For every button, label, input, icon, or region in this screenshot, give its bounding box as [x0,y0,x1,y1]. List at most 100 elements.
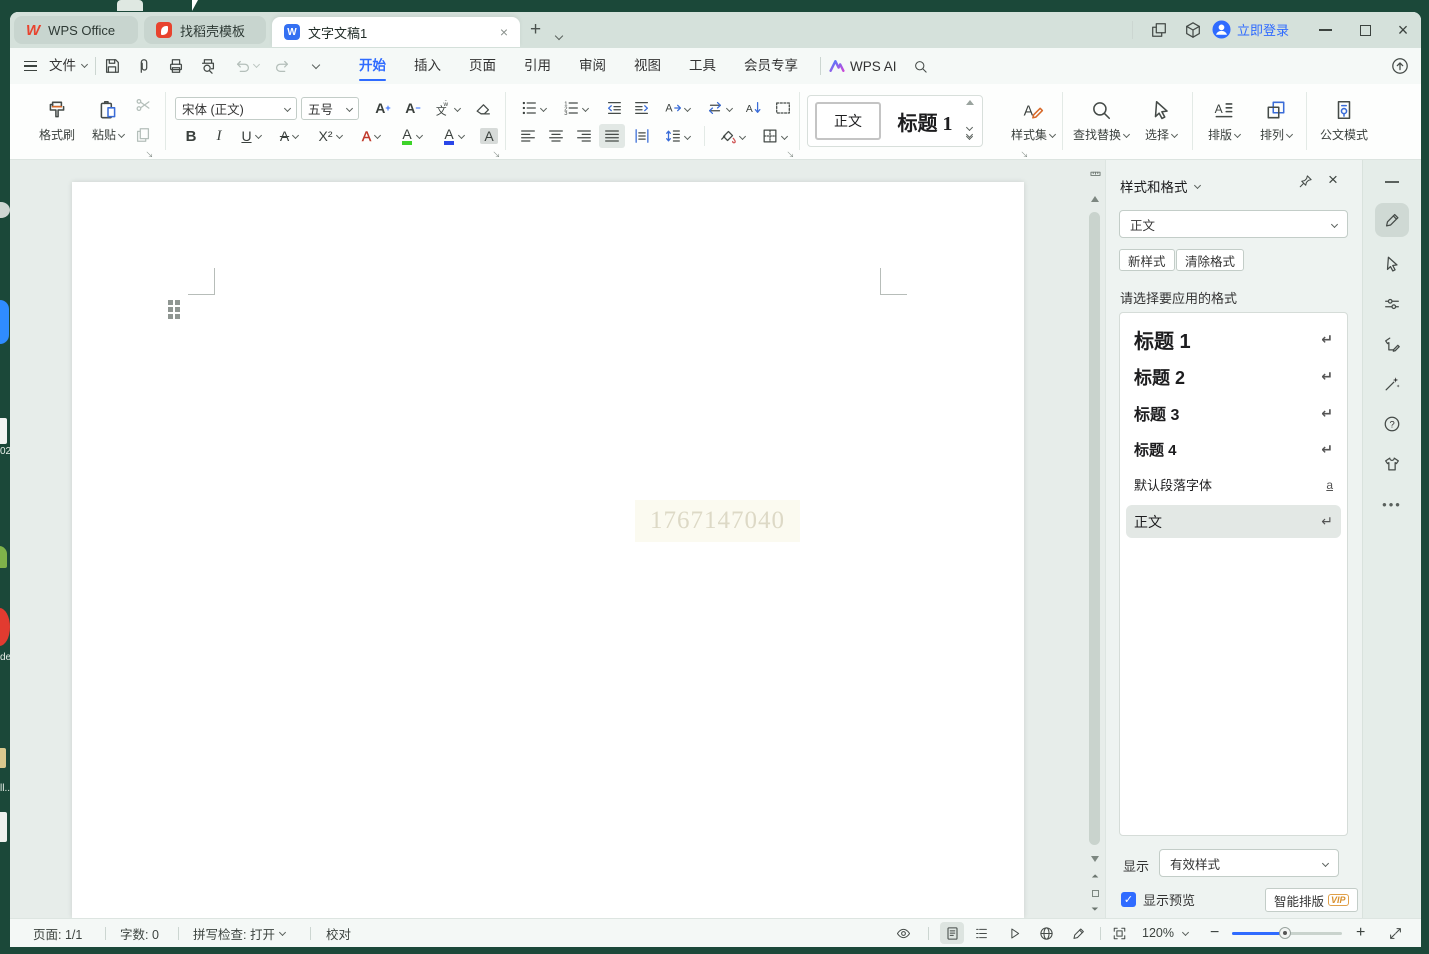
proofread-button[interactable]: 校对 [326,919,351,947]
scroll-up-icon[interactable] [1087,192,1103,206]
gallery-expand-icon[interactable] [967,132,972,139]
menu-review[interactable]: 审阅 [565,48,620,84]
borders-button[interactable] [756,124,792,148]
web-layout-button[interactable] [1039,919,1054,947]
gallery-scroll-up-icon[interactable] [966,100,974,105]
tab-list-chevron-icon[interactable] [556,26,562,44]
cloud-upload-icon[interactable] [1391,57,1409,75]
clear-format-button[interactable] [470,96,496,120]
grid-setting-button[interactable] [770,96,796,120]
wps-ai-button[interactable]: WPS AI [829,59,897,74]
menu-reference[interactable]: 引用 [510,48,565,84]
new-style-button[interactable]: 新样式 [1119,249,1175,271]
desktop-icon-fragment[interactable] [0,202,10,218]
selection-pane-icon[interactable] [1375,247,1409,281]
distribute-button[interactable] [629,124,655,148]
tab-document[interactable]: W 文字文稿1 × [272,17,520,47]
format-painter-button[interactable]: 格式刷 [31,90,83,152]
paragraph-group-expand-icon[interactable] [786,146,795,155]
menu-view[interactable]: 视图 [620,48,675,84]
outline-view-button[interactable] [974,919,989,947]
underline-button[interactable]: U [234,124,268,148]
fit-page-button[interactable] [1112,919,1127,947]
menu-member[interactable]: 会员专享 [730,48,812,84]
cut-button[interactable] [134,96,152,114]
char-shading-button[interactable]: A [476,124,502,148]
numbered-list-button[interactable] [557,96,593,120]
style-format-pen-icon[interactable] [1375,203,1409,237]
char-scaling-button[interactable] [659,96,695,120]
style-item-default-char[interactable]: 默认段落字体a [1120,467,1347,502]
read-mode-button[interactable] [1007,919,1022,947]
italic-button[interactable]: I [206,124,232,148]
font-color-button[interactable]: A [436,124,472,148]
spellcheck-status[interactable]: 拼写检查: 打开 [193,919,285,947]
close-window-button[interactable]: × [1385,12,1421,48]
save-button[interactable] [103,57,121,75]
menu-tools[interactable]: 工具 [675,48,730,84]
zoom-in-button[interactable]: + [1356,919,1365,947]
align-center-button[interactable] [543,124,569,148]
document-area[interactable]: 1767147040 [10,160,1085,918]
export-pdf-button[interactable] [135,57,153,75]
clipboard-group-expand-icon[interactable] [145,146,154,155]
arrange-button[interactable]: 排列 [1250,90,1302,152]
print-button[interactable] [167,57,185,75]
magic-wand-icon[interactable] [1375,367,1409,401]
skin-center-icon[interactable] [1375,447,1409,481]
style-item-body-selected[interactable]: 正文↵ [1126,505,1341,538]
bullet-list-button[interactable] [515,96,551,120]
show-styles-select[interactable]: 有效样式 [1159,849,1339,877]
official-doc-mode-button[interactable]: 公文模式 [1312,90,1376,152]
browse-object-icon[interactable] [1087,886,1103,900]
find-replace-button[interactable]: 查找替换 [1068,90,1134,152]
tab-wps-office[interactable]: W WPS Office [14,16,138,44]
zoom-level[interactable]: 120% [1142,919,1188,947]
print-preview-button[interactable] [199,57,217,75]
style-item-heading1[interactable]: 标题 1↵ [1120,321,1347,358]
font-size-select[interactable]: 五号 [301,97,359,120]
desktop-icon-fragment[interactable] [0,748,6,768]
paragraph-drag-handle[interactable] [168,300,186,322]
highlight-color-button[interactable]: A [394,124,430,148]
preview-eye-icon[interactable] [896,919,911,947]
more-options-icon[interactable]: ••• [1375,487,1409,521]
superscript-button[interactable]: X² [312,124,348,148]
window-stack-icon[interactable] [1150,21,1168,39]
menu-insert[interactable]: 插入 [400,48,455,84]
close-tab-icon[interactable]: × [500,24,508,40]
increase-indent-button[interactable] [629,96,655,120]
search-icon[interactable] [913,59,928,74]
bold-button[interactable]: B [178,124,204,148]
text-direction-button[interactable] [701,96,737,120]
copy-button[interactable] [134,126,152,144]
zoom-slider-thumb[interactable] [1279,927,1291,939]
menu-home[interactable]: 开始 [345,48,400,84]
panel-title[interactable]: 样式和格式 [1120,176,1200,196]
show-preview-checkbox[interactable]: ✓ 显示预览 [1121,890,1195,909]
select-button[interactable]: 选择 [1136,90,1186,152]
shrink-font-button[interactable]: A− [400,96,426,120]
next-page-icon[interactable]: ⏷ [1087,902,1103,916]
sort-button[interactable] [741,96,767,120]
skin-edit-icon[interactable] [1375,327,1409,361]
line-spacing-button[interactable] [659,124,695,148]
desktop-icon-fragment[interactable] [0,608,10,646]
align-right-button[interactable] [571,124,597,148]
scrollbar-thumb[interactable] [1089,212,1100,845]
redo-button[interactable] [273,57,291,75]
pin-panel-icon[interactable] [1298,174,1313,189]
page-view-button[interactable] [940,922,964,944]
minimize-button[interactable] [1305,12,1345,48]
collapse-sidebar-icon[interactable] [1375,172,1409,192]
justify-button[interactable] [599,124,625,148]
align-left-button[interactable] [515,124,541,148]
word-count[interactable]: 字数: 0 [120,919,159,947]
previous-page-icon[interactable]: ⏶ [1087,869,1103,883]
font-group-expand-icon[interactable] [492,146,501,155]
current-style-select[interactable]: 正文 [1119,210,1348,238]
properties-sliders-icon[interactable] [1375,287,1409,321]
menu-page[interactable]: 页面 [455,48,510,84]
login-button[interactable]: 立即登录 [1212,20,1289,39]
gallery-style-heading1[interactable]: 标题 1 [892,102,958,140]
